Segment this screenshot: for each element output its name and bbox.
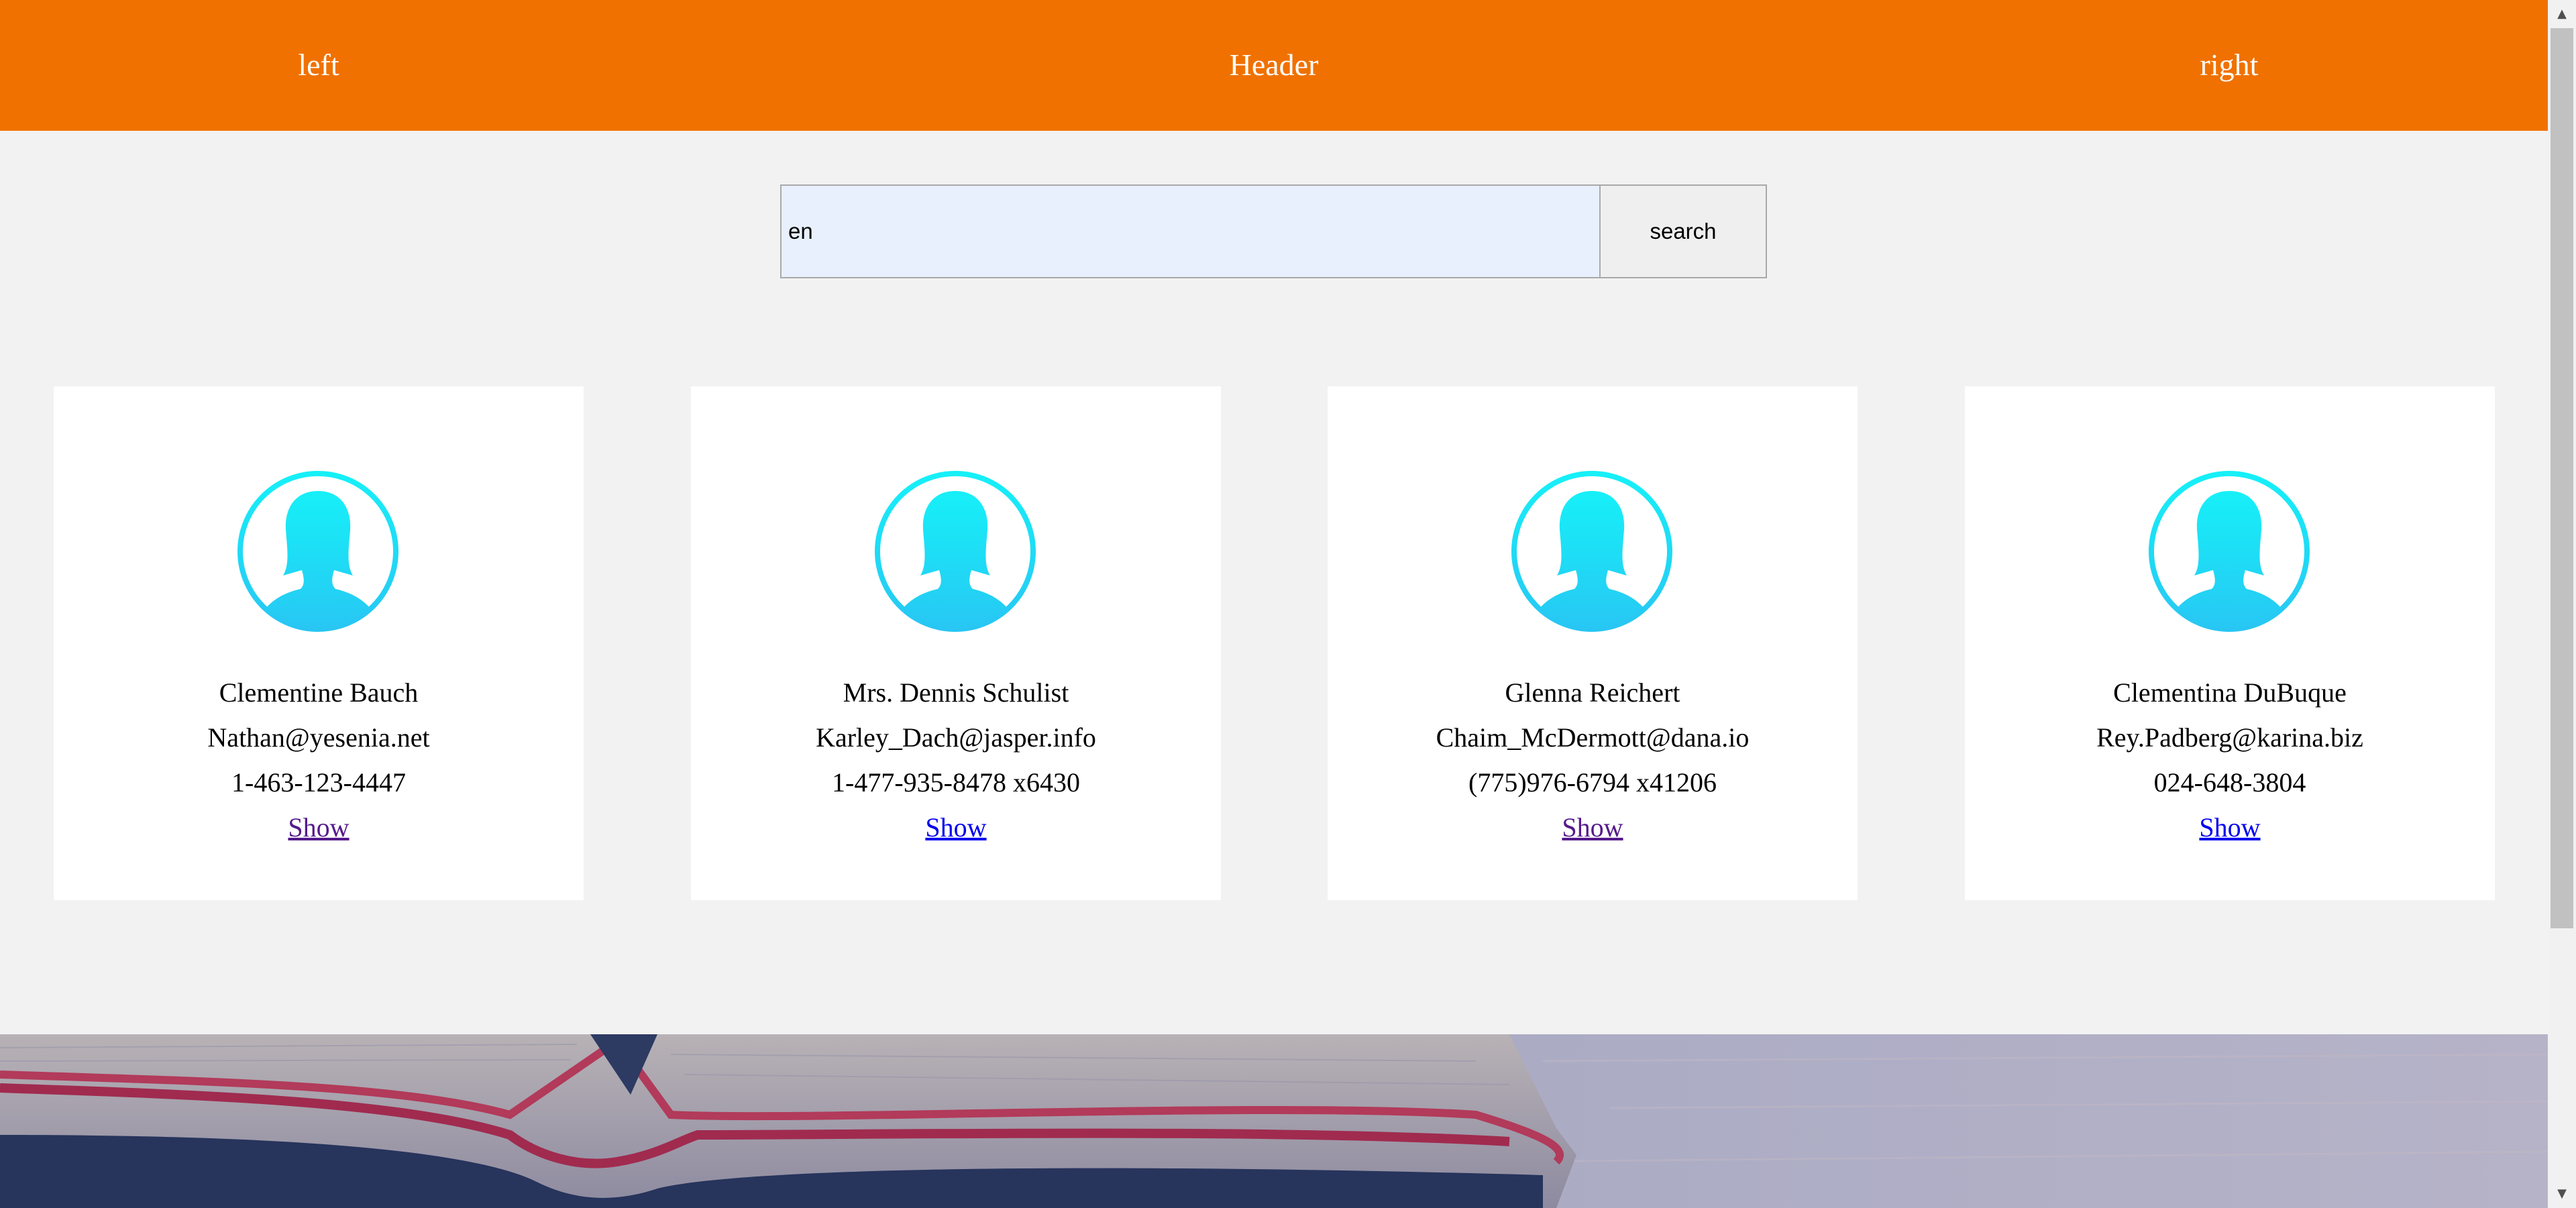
user-avatar-icon: [875, 471, 1036, 632]
user-card: Mrs. Dennis Schulist Karley_Dach@jasper.…: [691, 386, 1221, 900]
open-book-image: [0, 1034, 2548, 1208]
search-form: search: [780, 184, 1767, 278]
user-phone: 1-477-935-8478 x6430: [832, 767, 1080, 798]
page: left Header right search Clementine Bauc…: [0, 0, 2576, 1208]
user-email: Rey.Padberg@karina.biz: [2096, 722, 2363, 753]
user-email: Karley_Dach@jasper.info: [816, 722, 1096, 753]
header-right-label: right: [2200, 48, 2259, 82]
user-name: Clementina DuBuque: [2113, 677, 2347, 708]
user-card: Clementina DuBuque Rey.Padberg@karina.bi…: [1965, 386, 2495, 900]
scrollbar-thumb[interactable]: [2551, 28, 2573, 928]
scroll-up-arrow-icon[interactable]: ▲: [2548, 0, 2576, 28]
search-button[interactable]: search: [1599, 184, 1767, 278]
header-left-label: left: [298, 48, 339, 82]
user-email: Chaim_McDermott@dana.io: [1436, 722, 1750, 753]
user-phone: 024-648-3804: [2153, 767, 2306, 798]
user-card: Clementine Bauch Nathan@yesenia.net 1-46…: [54, 386, 584, 900]
user-name: Mrs. Dennis Schulist: [843, 677, 1069, 708]
search-input[interactable]: [780, 184, 1599, 278]
vertical-scrollbar[interactable]: ▲ ▼: [2548, 0, 2576, 1208]
user-email: Nathan@yesenia.net: [207, 722, 430, 753]
show-user-link[interactable]: Show: [54, 810, 584, 846]
show-user-link[interactable]: Show: [691, 810, 1221, 846]
show-user-link[interactable]: Show: [1328, 810, 1858, 846]
scroll-down-arrow-icon[interactable]: ▼: [2548, 1180, 2576, 1208]
user-phone: (775)976-6794 x41206: [1468, 767, 1717, 798]
user-card: Glenna Reichert Chaim_McDermott@dana.io …: [1328, 386, 1858, 900]
show-user-link[interactable]: Show: [1965, 810, 2495, 846]
user-avatar-icon: [237, 471, 398, 632]
user-avatar-icon: [2149, 471, 2310, 632]
user-name: Clementine Bauch: [219, 677, 419, 708]
user-phone: 1-463-123-4447: [231, 767, 406, 798]
header-bar: left Header right: [0, 0, 2548, 131]
header-title: Header: [1229, 48, 1319, 82]
user-name: Glenna Reichert: [1505, 677, 1680, 708]
user-avatar-icon: [1511, 471, 1672, 632]
footer-banner-image: [0, 1034, 2548, 1208]
